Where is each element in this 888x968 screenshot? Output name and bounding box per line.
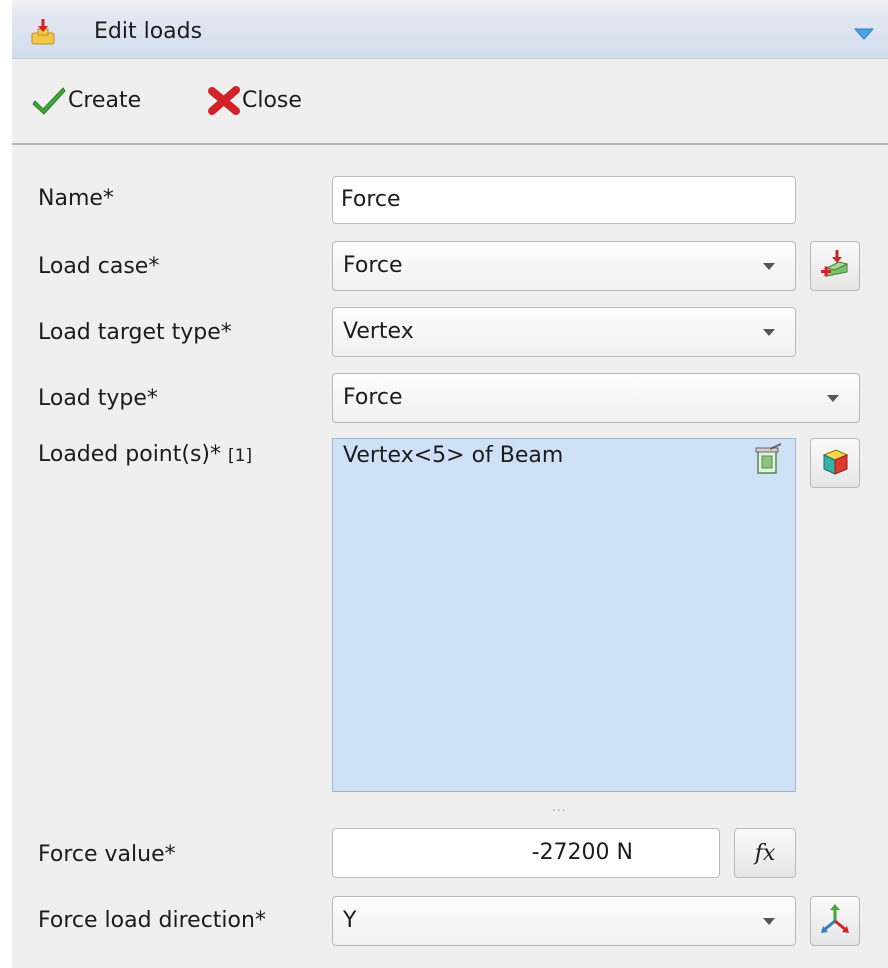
force-value-input[interactable]: -27200 N: [332, 828, 720, 878]
close-label: Close: [242, 87, 302, 113]
load-target-type-select[interactable]: Vertex: [332, 307, 796, 357]
cube-select-icon: [820, 446, 850, 480]
name-input[interactable]: Force: [332, 176, 796, 224]
checkmark-icon: [32, 85, 68, 115]
axes-icon: [819, 903, 851, 939]
load-target-type-value: Vertex: [343, 319, 414, 344]
force-direction-label: Force load direction*: [38, 908, 266, 933]
load-type-label: Load type*: [38, 386, 158, 411]
force-direction-select[interactable]: Y: [332, 896, 796, 946]
create-button[interactable]: Create: [32, 80, 141, 120]
red-x-icon: [206, 85, 242, 115]
force-value-label: Force value*: [38, 842, 176, 867]
dropdown-arrow-icon: [763, 263, 775, 270]
resize-grip[interactable]: ...: [552, 800, 566, 814]
formula-button[interactable]: fx: [734, 828, 796, 878]
triangle-down-icon[interactable]: [853, 26, 875, 40]
add-load-case-button[interactable]: [810, 241, 860, 291]
trash-icon[interactable]: [753, 443, 783, 475]
toolbar: Create Close: [12, 66, 888, 136]
create-label: Create: [68, 87, 142, 113]
add-load-case-icon: [819, 248, 851, 284]
loaded-points-label-text: Loaded point(s)*: [38, 442, 222, 467]
load-case-select[interactable]: Force: [332, 241, 796, 291]
load-type-select[interactable]: Force: [332, 373, 860, 423]
panel-title: Edit loads: [94, 19, 203, 44]
load-arrow-icon: [30, 18, 56, 46]
load-case-label: Load case*: [38, 254, 160, 279]
panel-title-bar[interactable]: Edit loads: [12, 6, 888, 59]
load-target-type-label: Load target type*: [38, 320, 232, 345]
force-direction-value: Y: [343, 908, 357, 933]
direction-button[interactable]: [810, 896, 860, 946]
dropdown-arrow-icon: [763, 918, 775, 925]
load-type-value: Force: [343, 385, 403, 410]
list-item[interactable]: Vertex<5> of Beam: [343, 443, 563, 468]
toolbar-separator: [12, 143, 888, 145]
name-label: Name*: [38, 186, 114, 211]
dropdown-arrow-icon: [763, 329, 775, 336]
close-button[interactable]: Close: [206, 80, 302, 120]
loaded-points-list[interactable]: Vertex<5> of Beam: [332, 438, 796, 792]
dropdown-arrow-icon: [827, 395, 839, 402]
select-geometry-button[interactable]: [810, 438, 860, 488]
load-case-value: Force: [343, 253, 403, 278]
loaded-points-count: [1]: [228, 446, 253, 466]
edit-loads-panel: Edit loads Create Close Name* Force Load…: [12, 0, 888, 968]
loaded-points-label: Loaded point(s)* [1]: [38, 442, 252, 467]
